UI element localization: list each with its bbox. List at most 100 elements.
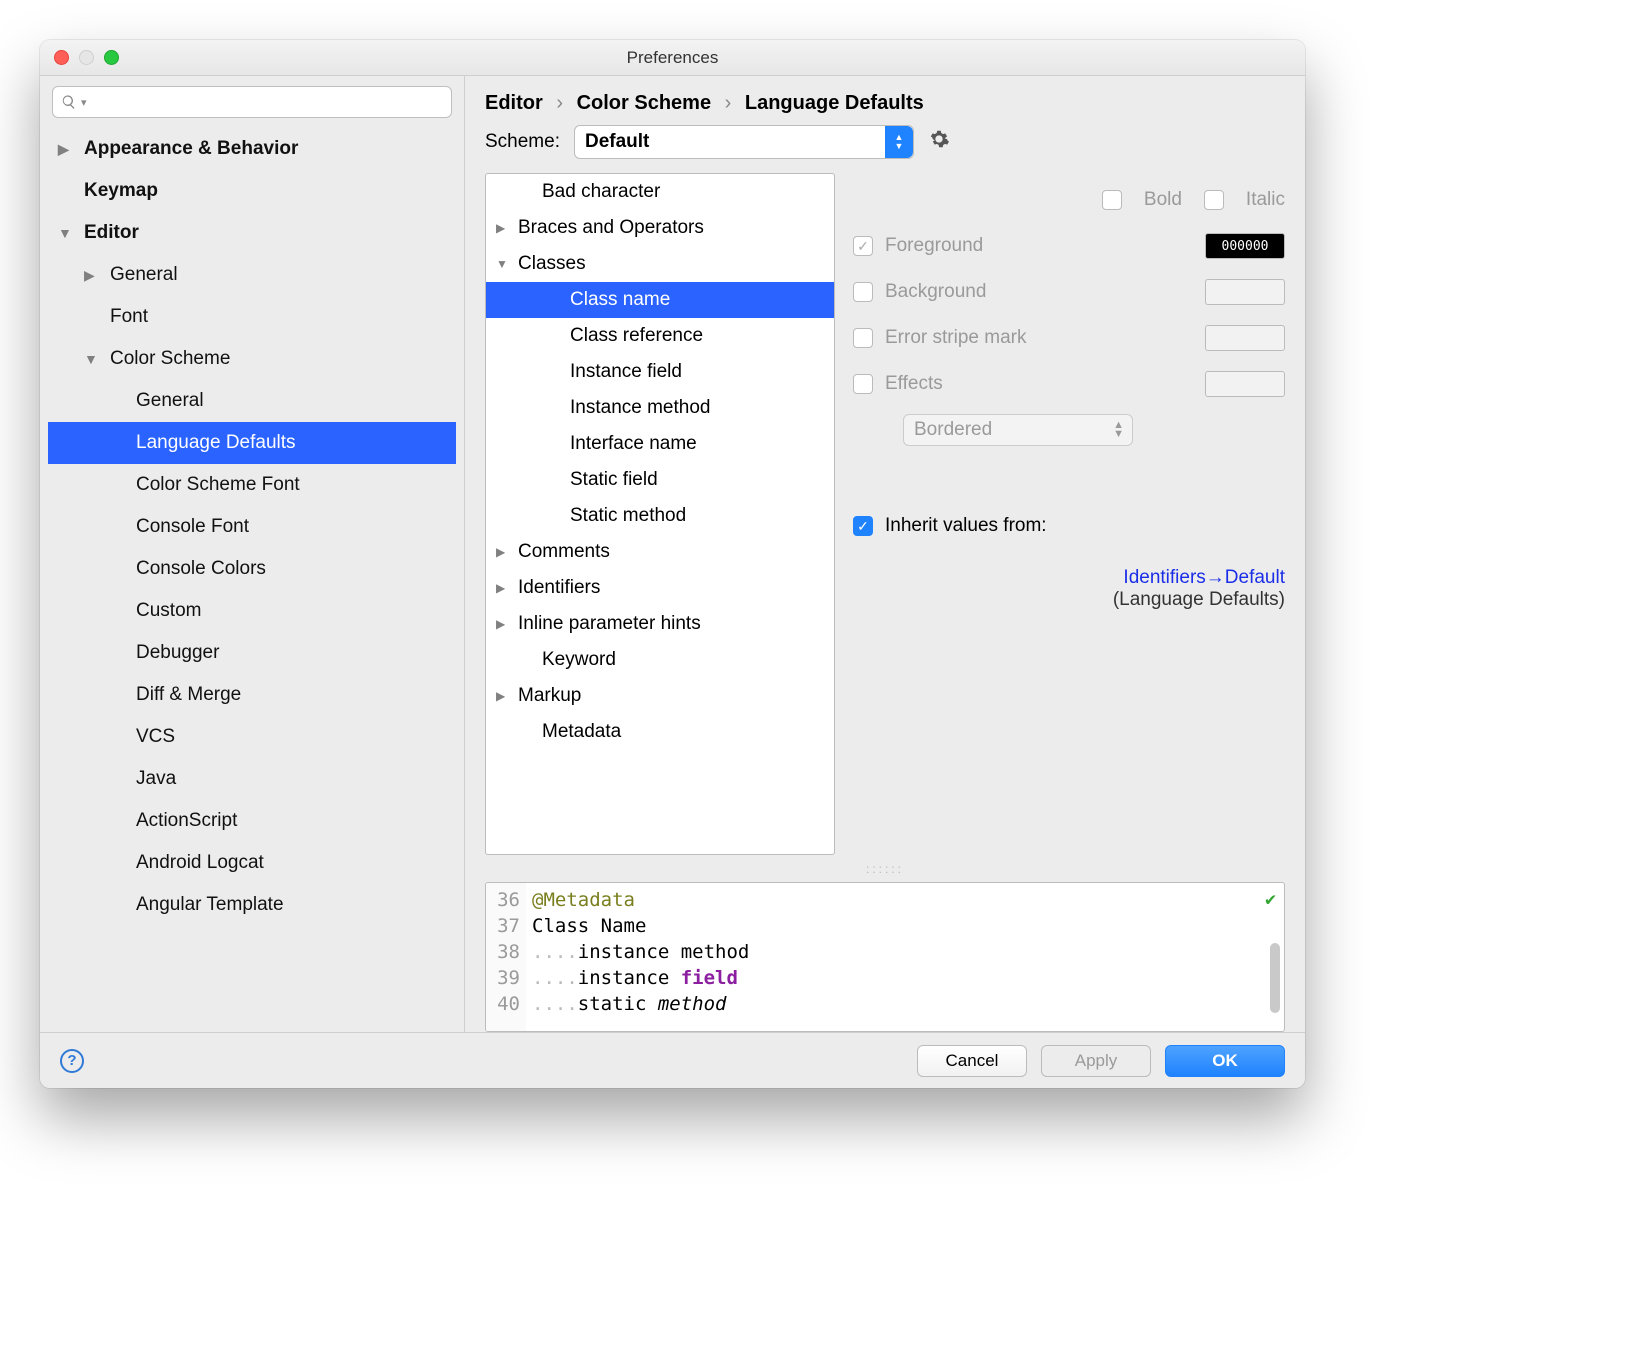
scheme-value: Default [585,131,649,153]
attr-item-bad-character[interactable]: Bad character [486,174,834,210]
attr-item-braces-and-operators[interactable]: Braces and Operators [486,210,834,246]
sidebar-item-label: Diff & Merge [136,684,241,706]
sidebar-item-label: Debugger [136,642,219,664]
attr-item-label: Class reference [570,325,703,347]
chevron-right-icon [496,221,510,235]
gear-icon[interactable] [928,128,950,156]
properties-panel: Bold Italic ✓ Foreground 000000 Backgrou… [853,173,1285,855]
chevron-down-icon [58,225,74,241]
sidebar-item-java[interactable]: Java [48,758,456,800]
sidebar-item-language-defaults[interactable]: Language Defaults [48,422,456,464]
sidebar-item-label: Console Font [136,516,249,538]
sidebar-item-label: Color Scheme Font [136,474,300,496]
attr-item-static-field[interactable]: Static field [486,462,834,498]
sidebar-item-keymap[interactable]: Keymap [48,170,456,212]
sidebar-item-general[interactable]: General [48,380,456,422]
italic-checkbox[interactable] [1204,190,1224,210]
sidebar-item-console-colors[interactable]: Console Colors [48,548,456,590]
footer: ? Cancel Apply OK [40,1032,1305,1088]
sidebar-item-editor[interactable]: Editor [48,212,456,254]
attr-item-interface-name[interactable]: Interface name [486,426,834,462]
italic-label: Italic [1246,189,1285,211]
attr-item-label: Comments [518,541,610,563]
bold-label: Bold [1144,189,1182,211]
error-stripe-checkbox[interactable] [853,328,873,348]
inherit-link[interactable]: Identifiers→Default [1123,567,1285,588]
attr-item-static-method[interactable]: Static method [486,498,834,534]
chevron-right-icon [496,617,510,631]
help-icon[interactable]: ? [60,1049,84,1073]
sidebar-item-general[interactable]: General [48,254,456,296]
cancel-button[interactable]: Cancel [917,1045,1027,1077]
attr-item-label: Metadata [542,721,621,743]
chevron-right-icon [496,689,510,703]
attr-item-label: Braces and Operators [518,217,704,239]
sidebar-item-label: Angular Template [136,894,284,916]
sidebar-item-console-font[interactable]: Console Font [48,506,456,548]
sidebar-item-actionscript[interactable]: ActionScript [48,800,456,842]
attr-item-classes[interactable]: Classes [486,246,834,282]
sidebar-item-android-logcat[interactable]: Android Logcat [48,842,456,884]
sidebar-item-font[interactable]: Font [48,296,456,338]
sidebar-item-vcs[interactable]: VCS [48,716,456,758]
scheme-select[interactable]: Default ▲▼ [574,125,914,159]
gutter: 36 37 38 39 40 [486,883,526,1031]
attr-item-keyword[interactable]: Keyword [486,642,834,678]
crumb-language-defaults: Language Defaults [745,92,924,114]
sidebar-item-diff-merge[interactable]: Diff & Merge [48,674,456,716]
attr-item-comments[interactable]: Comments [486,534,834,570]
attr-item-inline-parameter-hints[interactable]: Inline parameter hints [486,606,834,642]
attr-item-label: Static method [570,505,686,527]
crumb-color-scheme[interactable]: Color Scheme [577,92,711,114]
sidebar-item-label: General [136,390,204,412]
attr-item-class-reference[interactable]: Class reference [486,318,834,354]
attr-item-instance-method[interactable]: Instance method [486,390,834,426]
bold-checkbox[interactable] [1102,190,1122,210]
background-swatch[interactable] [1205,279,1285,305]
chevron-down-icon [84,351,100,367]
updown-icon: ▲▼ [1113,421,1124,439]
sidebar-item-debugger[interactable]: Debugger [48,632,456,674]
titlebar: Preferences [40,40,1305,76]
attr-item-identifiers[interactable]: Identifiers [486,570,834,606]
sidebar-item-color-scheme[interactable]: Color Scheme [48,338,456,380]
background-checkbox[interactable] [853,282,873,302]
effects-swatch[interactable] [1205,371,1285,397]
attr-item-markup[interactable]: Markup [486,678,834,714]
effects-label: Effects [885,373,943,395]
sidebar-item-label: Java [136,768,176,790]
ok-button[interactable]: OK [1165,1045,1285,1077]
attr-item-label: Markup [518,685,581,707]
inherit-checkbox[interactable]: ✓ [853,516,873,536]
sidebar-item-angular-template[interactable]: Angular Template [48,884,456,926]
foreground-label: Foreground [885,235,983,257]
main-area: Editor › Color Scheme › Language Default… [465,76,1305,1032]
breadcrumb: Editor › Color Scheme › Language Default… [465,76,1305,125]
crumb-editor[interactable]: Editor [485,92,543,114]
resize-handle-icon[interactable]: :::::: [465,862,1305,876]
foreground-swatch[interactable]: 000000 [1205,233,1285,259]
effects-checkbox[interactable] [853,374,873,394]
sidebar-item-appearance-behavior[interactable]: Appearance & Behavior [48,128,456,170]
apply-button: Apply [1041,1045,1151,1077]
search-input[interactable]: ▾ [52,86,452,118]
preferences-window: Preferences ▾ Appearance & BehaviorKeyma… [40,40,1305,1088]
inherit-label: Inherit values from: [885,515,1047,537]
sidebar-item-label: Android Logcat [136,852,264,874]
error-stripe-swatch[interactable] [1205,325,1285,351]
attr-item-class-name[interactable]: Class name [486,282,834,318]
sidebar-item-custom[interactable]: Custom [48,590,456,632]
attr-item-metadata[interactable]: Metadata [486,714,834,750]
attr-item-label: Inline parameter hints [518,613,701,635]
attr-item-instance-field[interactable]: Instance field [486,354,834,390]
foreground-checkbox[interactable]: ✓ [853,236,873,256]
attribute-tree[interactable]: Bad character Braces and Operators Classes… [485,173,835,855]
effects-type-value: Bordered [914,419,992,441]
code-preview[interactable]: 36 37 38 39 40 @Metadata Class Name ....… [485,882,1285,1032]
search-field[interactable] [91,93,443,111]
sidebar: ▾ Appearance & BehaviorKeymapEditorGener… [40,76,465,1032]
sidebar-item-color-scheme-font[interactable]: Color Scheme Font [48,464,456,506]
scrollbar[interactable] [1270,943,1280,1013]
window-title: Preferences [40,48,1305,68]
effects-type-select[interactable]: Bordered ▲▼ [903,414,1133,446]
